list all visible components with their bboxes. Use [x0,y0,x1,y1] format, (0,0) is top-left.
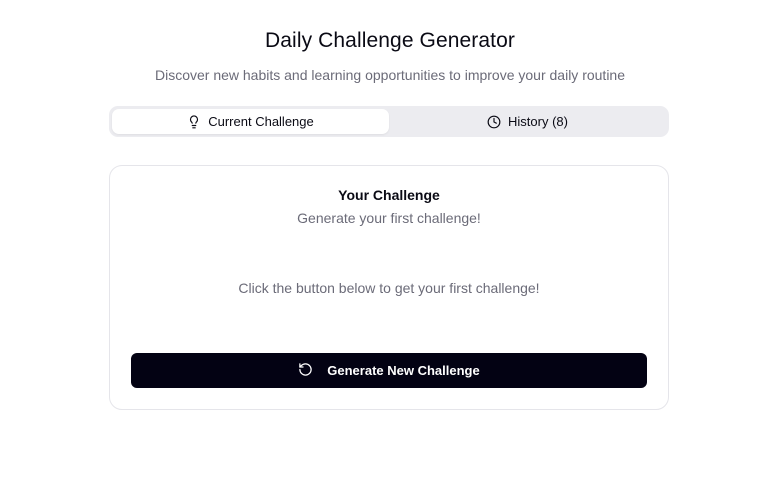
tab-list: Current Challenge History (8) [109,106,669,137]
tab-label: Current Challenge [208,114,314,129]
button-label: Generate New Challenge [327,363,480,378]
page-title: Daily Challenge Generator [265,29,515,52]
empty-state-message: Click the button below to get your first… [238,280,540,296]
challenge-card: Your Challenge Generate your first chall… [109,165,669,410]
page-subtitle: Discover new habits and learning opportu… [154,67,626,83]
tab-current-challenge[interactable]: Current Challenge [112,109,389,134]
generate-challenge-button[interactable]: Generate New Challenge [131,353,647,388]
tab-label: History (8) [508,114,568,129]
refresh-icon [298,362,313,380]
clock-icon [487,115,501,129]
card-description: Generate your first challenge! [297,210,481,226]
tab-history[interactable]: History (8) [389,109,666,134]
lightbulb-icon [187,114,201,129]
page: Daily Challenge Generator Discover new h… [0,0,780,493]
card-title: Your Challenge [338,187,440,203]
